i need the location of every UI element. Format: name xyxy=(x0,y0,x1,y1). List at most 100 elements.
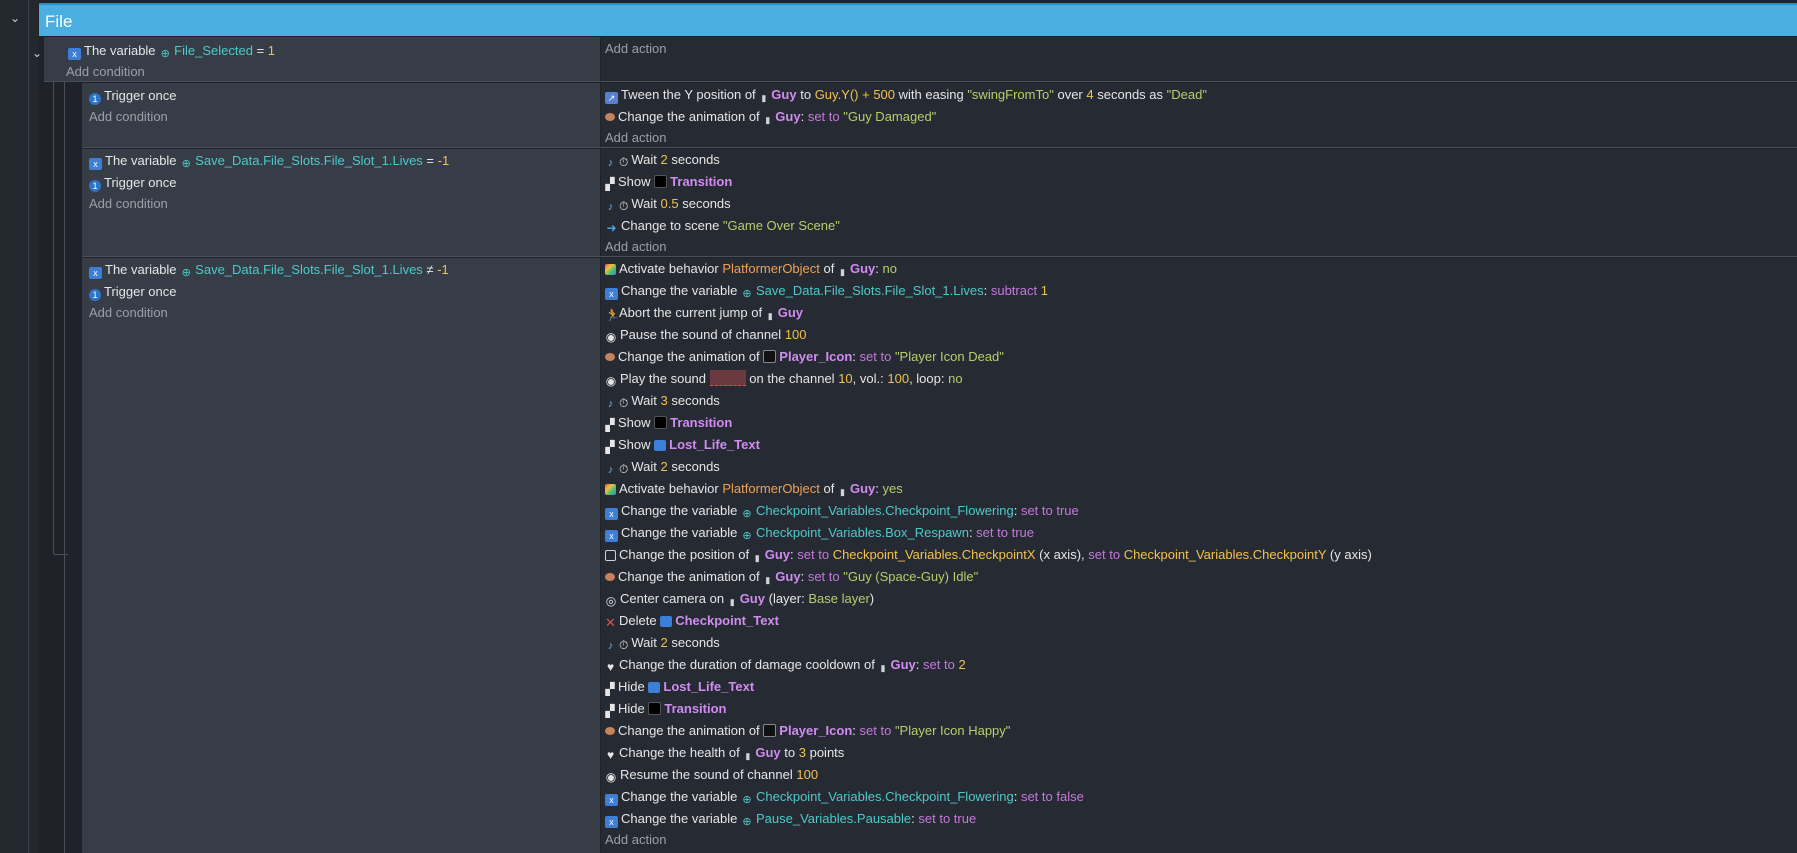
sound-icon: ◉ xyxy=(605,770,617,784)
condition-trigger-once[interactable]: 1 Trigger once xyxy=(89,282,177,302)
action-delete[interactable]: ✕ Delete Checkpoint_Text xyxy=(605,611,779,631)
tree-branch xyxy=(54,554,68,555)
sound-icon: ◉ xyxy=(605,330,617,344)
add-action-link[interactable]: Add action xyxy=(605,128,666,148)
action-pause-sound[interactable]: ◉ Pause the sound of channel 100 xyxy=(605,325,807,345)
animation-icon xyxy=(605,113,615,121)
guy-icon: ▮ xyxy=(767,311,773,321)
collapse-group-chevron-icon[interactable]: ⌄ xyxy=(10,12,20,24)
action-abort-jump[interactable]: 🏃Abort the current jump of ▮ Guy xyxy=(605,303,803,323)
behavior-icon xyxy=(605,484,616,495)
global-icon: ⊕ xyxy=(181,158,191,170)
action-wait[interactable]: ♪ ⏱ Wait 3 seconds xyxy=(605,391,720,411)
action-change-variable[interactable]: x Change the variable ⊕ Checkpoint_Variabl… xyxy=(605,523,1034,543)
scene-icon: ➜ xyxy=(606,221,617,235)
tree-line xyxy=(53,82,54,554)
timer-icon: ⏱ xyxy=(619,462,629,476)
global-icon: ⊕ xyxy=(742,288,752,300)
variable-icon: x xyxy=(605,288,618,300)
action-change-variable[interactable]: x Change the variable ⊕ Checkpoint_Variabl… xyxy=(605,787,1084,807)
action-tween[interactable]: ↗ Tween the Y position of ▮ Guy to Guy.Y()… xyxy=(605,85,1207,105)
camera-icon: ◎ xyxy=(605,594,617,608)
action-activate-behavior[interactable]: Activate behavior PlatformerObject of ▮ G… xyxy=(605,259,897,279)
action-show[interactable]: ▞ Show Transition xyxy=(605,413,732,433)
action-resume-sound[interactable]: ◉ Resume the sound of channel 100 xyxy=(605,765,818,785)
variable-icon: x xyxy=(605,508,618,520)
trigger-once-icon: 1 xyxy=(89,289,101,301)
guy-icon: ▮ xyxy=(840,487,845,497)
condition-variable[interactable]: x The variable ⊕ Save_Data.File_Slots.File… xyxy=(89,151,449,171)
add-condition-link[interactable]: Add condition xyxy=(89,107,168,127)
action-change-scene[interactable]: ➜ Change to scene "Game Over Scene" xyxy=(605,216,839,236)
action-activate-behavior[interactable]: Activate behavior PlatformerObject of ▮ G… xyxy=(605,479,903,499)
action-change-animation[interactable]: Change the animation of Player_Icon: set… xyxy=(605,347,1004,367)
guy-icon: ▮ xyxy=(729,597,735,607)
event1-actions[interactable] xyxy=(601,37,1797,81)
add-condition-link[interactable]: Add condition xyxy=(89,194,168,214)
action-hide[interactable]: ▞ Hide Transition xyxy=(605,699,726,719)
missing-sound-field[interactable] xyxy=(709,370,746,386)
guy-icon: ▮ xyxy=(880,663,886,673)
condition-variable[interactable]: x The variable ⊕ File_Selected = 1 xyxy=(68,41,275,61)
add-action-link[interactable]: Add action xyxy=(605,39,666,59)
action-wait[interactable]: ♪ ⏱ Wait 2 seconds xyxy=(605,150,720,170)
event4-conditions[interactable] xyxy=(82,258,600,853)
action-change-position[interactable]: Change the position of ▮ Guy: set to Chec… xyxy=(605,545,1372,565)
timer-icon: ⏱ xyxy=(619,199,629,213)
variable-icon: x xyxy=(89,158,102,170)
action-change-animation[interactable]: Change the animation of ▮ Guy: set to "Gu… xyxy=(605,107,936,127)
action-show[interactable]: ▞ Show Lost_Life_Text xyxy=(605,435,760,455)
action-change-health[interactable]: ♥ Change the health of ▮ Guy to 3 points xyxy=(605,743,844,763)
add-condition-link[interactable]: Add condition xyxy=(89,303,168,323)
position-icon xyxy=(605,550,616,561)
action-change-variable[interactable]: x Change the variable ⊕ Pause_Variables.Pa… xyxy=(605,809,976,829)
action-change-variable[interactable]: x Change the variable ⊕ Checkpoint_Variabl… xyxy=(605,501,1079,521)
action-wait[interactable]: ♪ ⏱ Wait 2 seconds xyxy=(605,633,720,653)
tree-line xyxy=(64,82,65,853)
guy-icon: ▮ xyxy=(754,553,760,563)
action-change-variable[interactable]: x Change the variable ⊕ Save_Data.File_Slo… xyxy=(605,281,1048,301)
visibility-icon: ▞ xyxy=(605,418,615,432)
text-object-icon xyxy=(660,616,673,627)
async-icon: ♪ xyxy=(607,464,614,476)
event-group-title: File xyxy=(45,12,73,31)
animation-icon xyxy=(605,573,615,581)
action-show[interactable]: ▞ Show Transition xyxy=(605,172,732,192)
action-hide[interactable]: ▞ Hide Lost_Life_Text xyxy=(605,677,754,697)
action-change-animation[interactable]: Change the animation of ▮ Guy: set to "Gu… xyxy=(605,567,978,587)
action-damage-cooldown[interactable]: ♥ Change the duration of damage cooldown … xyxy=(605,655,966,675)
collapse-event-chevron-icon[interactable]: ⌄ xyxy=(32,47,42,59)
visibility-icon: ▞ xyxy=(605,177,615,191)
action-center-camera[interactable]: ◎ Center camera on ▮ Guy (layer: Base laye… xyxy=(605,589,874,609)
variable-icon: x xyxy=(605,816,618,828)
action-change-animation[interactable]: Change the animation of Player_Icon: set… xyxy=(605,721,1010,741)
action-play-sound[interactable]: ◉ Play the sound on the channel 10, vol.:… xyxy=(605,369,963,389)
divider xyxy=(82,256,1797,257)
timer-icon: ⏱ xyxy=(619,638,629,652)
add-action-link[interactable]: Add action xyxy=(605,237,666,257)
behavior-icon xyxy=(605,264,616,275)
event3-actions[interactable] xyxy=(601,149,1797,256)
global-icon: ⊕ xyxy=(160,48,170,60)
guy-icon: ▮ xyxy=(761,93,767,103)
condition-trigger-once[interactable]: 1 Trigger once xyxy=(89,173,177,193)
action-wait[interactable]: ♪ ⏱ Wait 0.5 seconds xyxy=(605,194,731,214)
platformer-icon: 🏃 xyxy=(605,308,620,322)
animation-icon xyxy=(605,353,615,361)
condition-trigger-once[interactable]: 1 Trigger once xyxy=(89,86,177,106)
add-action-link[interactable]: Add action xyxy=(605,830,666,850)
visibility-icon: ▞ xyxy=(605,704,615,718)
timer-icon: ⏱ xyxy=(619,155,629,169)
action-wait[interactable]: ♪ ⏱ Wait 2 seconds xyxy=(605,457,720,477)
scene-variable-icon: ⊕ xyxy=(742,794,752,806)
add-condition-link[interactable]: Add condition xyxy=(66,62,145,82)
variable-icon: x xyxy=(89,267,102,279)
event-group-header[interactable]: File xyxy=(39,3,1797,36)
player-icon-object-icon xyxy=(763,350,777,363)
gutter-divider xyxy=(28,0,29,853)
guy-icon: ▮ xyxy=(765,575,771,585)
player-icon-object-icon xyxy=(763,724,777,737)
variable-icon: x xyxy=(605,530,618,542)
condition-variable[interactable]: x The variable ⊕ Save_Data.File_Slots.File… xyxy=(89,260,449,280)
trigger-once-icon: 1 xyxy=(89,180,101,192)
